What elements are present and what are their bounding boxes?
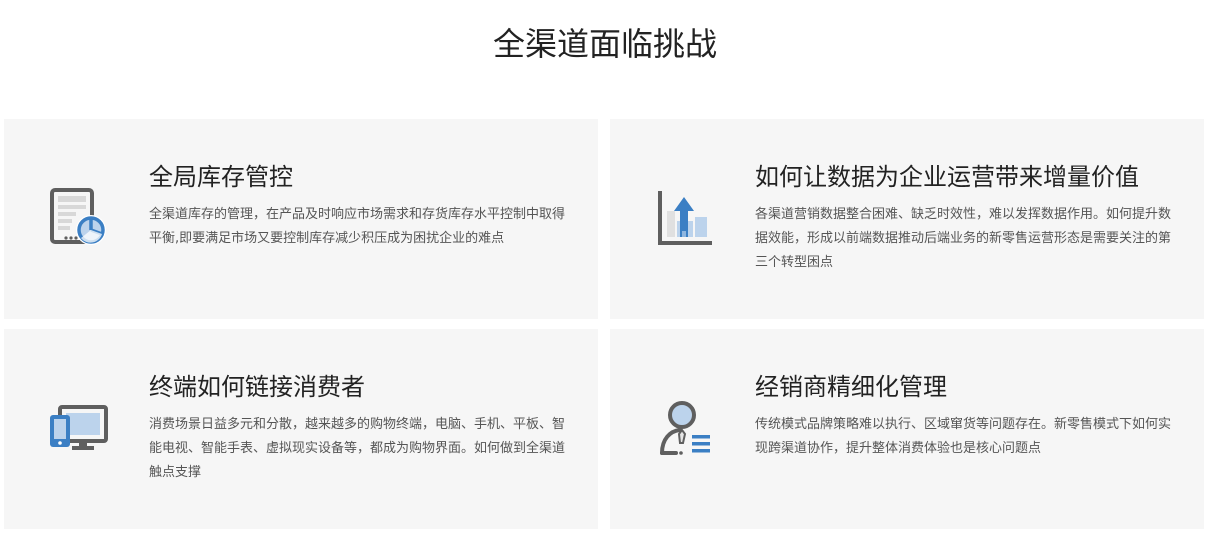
devices-icon (48, 397, 110, 459)
challenge-cards: 全局库存管控 全渠道库存的管理，在产品及时响应市场需求和存货库存水平控制中取得平… (4, 119, 1204, 529)
card-inventory-control: 全局库存管控 全渠道库存的管理，在产品及时响应市场需求和存货库存水平控制中取得平… (4, 119, 598, 319)
bar-chart-growth-icon (654, 187, 716, 249)
card-title: 如何让数据为企业运营带来增量价值 (755, 163, 1139, 191)
card-title: 经销商精细化管理 (755, 373, 947, 401)
user-list-icon (654, 397, 716, 459)
card-data-value: 如何让数据为企业运营带来增量价值 各渠道营销数据整合困难、缺乏时效性，难以发挥数… (610, 119, 1204, 319)
card-description: 全渠道库存的管理，在产品及时响应市场需求和存货库存水平控制中取得平衡,即要满足市… (149, 207, 566, 246)
card-terminal-consumers: 终端如何链接消费者 消费场景日益多元和分散，越来越多的购物终端，电脑、手机、平板… (4, 329, 598, 529)
page-title: 全渠道面临挑战 (492, 25, 717, 63)
tablet-pie-chart-icon (48, 187, 110, 249)
card-title: 终端如何链接消费者 (149, 373, 365, 401)
card-dealer-management: 经销商精细化管理 传统模式品牌策略难以执行、区域窜货等问题存在。新零售模式下如何… (610, 329, 1204, 529)
card-description: 传统模式品牌策略难以执行、区域窜货等问题存在。新零售模式下如何实现跨渠道协作，提… (755, 417, 1172, 456)
card-title: 全局库存管控 (149, 163, 293, 191)
card-description: 各渠道营销数据整合困难、缺乏时效性，难以发挥数据作用。如何提升数据效能，形成以前… (755, 207, 1172, 270)
card-description: 消费场景日益多元和分散，越来越多的购物终端，电脑、手机、平板、智能电视、智能手表… (149, 417, 566, 480)
